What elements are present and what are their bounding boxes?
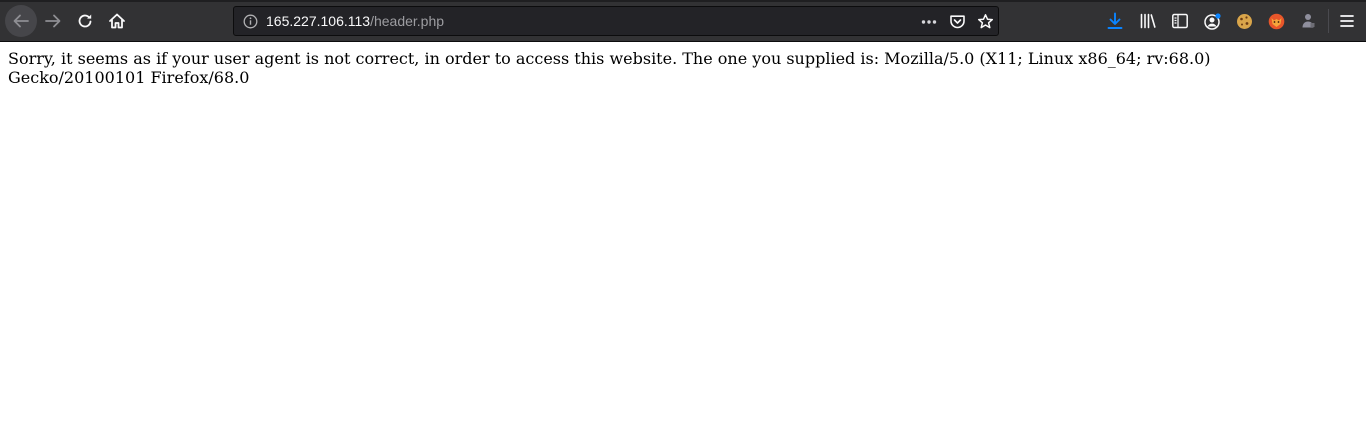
more-dots-icon[interactable] — [921, 14, 937, 30]
tab-strip-edge — [0, 0, 1366, 2]
back-button[interactable] — [5, 5, 37, 37]
toolbar-divider — [1328, 9, 1329, 33]
forward-button[interactable] — [38, 6, 68, 36]
hamburger-menu-icon[interactable] — [1339, 12, 1355, 30]
home-button[interactable] — [102, 6, 132, 36]
star-icon[interactable] — [977, 13, 994, 30]
arrow-right-icon — [45, 14, 61, 28]
fox-icon[interactable] — [1267, 12, 1286, 31]
sidebar-icon[interactable] — [1171, 12, 1189, 30]
pocket-icon[interactable] — [949, 13, 966, 30]
reload-button[interactable] — [70, 6, 100, 36]
arrow-left-icon — [13, 14, 29, 28]
url-bar[interactable]: 165.227.106.113/header.php — [233, 6, 999, 36]
tab-edge-accent — [0, 0, 235, 2]
reload-icon — [78, 14, 92, 28]
user-agent-error-message: Sorry, it seems as if your user agent is… — [8, 49, 1211, 87]
browser-toolbar: 165.227.106.113/header.php — [0, 0, 1366, 42]
library-icon[interactable] — [1139, 12, 1157, 30]
cookie-icon[interactable] — [1235, 12, 1254, 31]
url-host: 165.227.106.113 — [266, 13, 371, 29]
home-icon — [109, 13, 125, 29]
account-icon[interactable] — [1203, 12, 1222, 31]
url-path: /header.php — [370, 13, 445, 29]
download-icon[interactable] — [1106, 12, 1124, 30]
url-text[interactable]: 165.227.106.113/header.php — [266, 13, 444, 29]
info-icon[interactable] — [243, 14, 258, 29]
puzzle-person-icon[interactable] — [1299, 12, 1317, 30]
page-content: Sorry, it seems as if your user agent is… — [0, 42, 1366, 439]
